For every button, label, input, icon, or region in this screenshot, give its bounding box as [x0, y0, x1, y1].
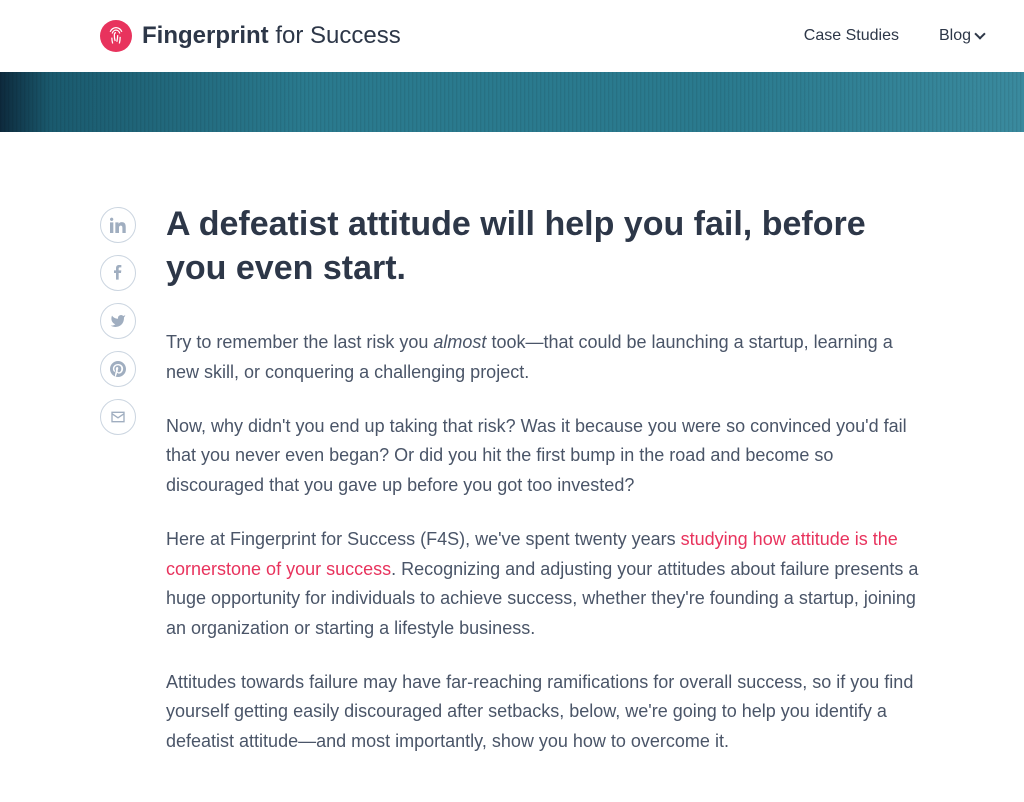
social-sidebar: [100, 202, 136, 781]
logo[interactable]: Fingerprint for Success: [100, 20, 401, 52]
chevron-down-icon: [974, 28, 985, 39]
logo-bold: Fingerprint: [142, 22, 269, 49]
article-body: Try to remember the last risk you almost…: [166, 328, 926, 756]
nav-blog-label: Blog: [939, 27, 971, 45]
twitter-icon[interactable]: [100, 303, 136, 339]
pinterest-icon[interactable]: [100, 351, 136, 387]
nav: Case Studies Blog: [804, 27, 984, 45]
fingerprint-icon: [100, 20, 132, 52]
paragraph-3: Here at Fingerprint for Success (F4S), w…: [166, 525, 926, 644]
paragraph-1: Try to remember the last risk you almost…: [166, 328, 926, 387]
article: A defeatist attitude will help you fail,…: [166, 202, 926, 781]
facebook-icon[interactable]: [100, 255, 136, 291]
email-icon[interactable]: [100, 399, 136, 435]
content-wrapper: A defeatist attitude will help you fail,…: [0, 202, 1024, 781]
logo-text: Fingerprint for Success: [142, 22, 401, 50]
nav-blog[interactable]: Blog: [939, 27, 984, 45]
paragraph-2: Now, why didn't you end up taking that r…: [166, 412, 926, 501]
nav-case-studies[interactable]: Case Studies: [804, 27, 899, 45]
logo-light: for Success: [269, 22, 401, 49]
article-title: A defeatist attitude will help you fail,…: [166, 202, 926, 290]
linkedin-icon[interactable]: [100, 207, 136, 243]
paragraph-4: Attitudes towards failure may have far-r…: [166, 668, 926, 757]
hero-banner: [0, 72, 1024, 132]
header: Fingerprint for Success Case Studies Blo…: [0, 0, 1024, 72]
